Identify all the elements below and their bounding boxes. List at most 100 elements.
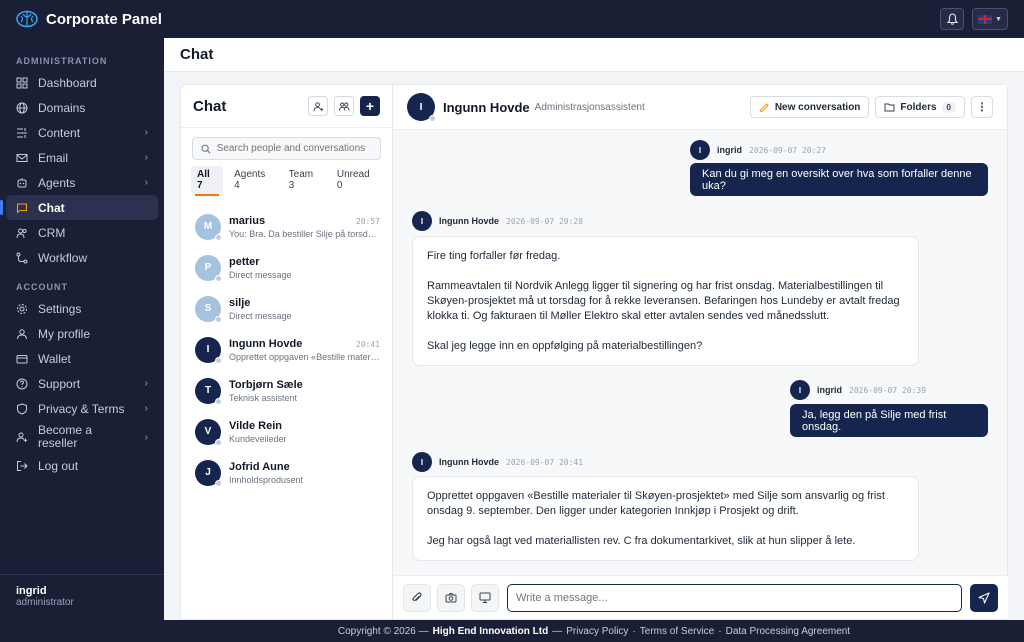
- sidebar-item-wallet[interactable]: Wallet: [6, 346, 158, 371]
- conversation-item[interactable]: J Jofrid Aune Innholdsprodusent: [181, 452, 392, 493]
- message-author: Ingunn Hovde: [439, 457, 499, 467]
- brain-logo-icon: [16, 10, 38, 28]
- section-label-account: ACCOUNT: [16, 282, 68, 292]
- add-group-button[interactable]: [334, 96, 354, 116]
- message-composer: [393, 575, 1008, 619]
- more-options-button[interactable]: ⋮: [971, 96, 993, 118]
- conversation-item[interactable]: V Vilde Rein Kundeveileder: [181, 411, 392, 452]
- footer-link-privacy[interactable]: Privacy Policy: [566, 626, 628, 637]
- avatar: S: [195, 295, 222, 323]
- avatar: V: [195, 418, 222, 446]
- conversation-item[interactable]: P petter Direct message: [181, 247, 392, 288]
- message-bubble-incoming: Fire ting forfaller før fredag. Rammeavt…: [412, 236, 919, 366]
- message-author: ingrid: [717, 145, 742, 155]
- sidebar-item-domains[interactable]: Domains: [6, 95, 158, 120]
- sidebar-item-crm[interactable]: CRM: [6, 220, 158, 245]
- status-dot: [215, 315, 222, 323]
- sidebar-item-dashboard[interactable]: Dashboard: [6, 70, 158, 95]
- sidebar-item-become-reseller[interactable]: Become a reseller ›: [6, 421, 158, 453]
- search-box[interactable]: [192, 137, 381, 160]
- sidebar-item-label: Support: [38, 376, 81, 391]
- new-chat-button[interactable]: +: [360, 96, 380, 116]
- sidebar: ADMINISTRATION Dashboard Domains Content…: [0, 38, 164, 620]
- filter-unread[interactable]: Unread 0: [331, 166, 382, 194]
- add-person-button[interactable]: [308, 96, 328, 116]
- conversation-name: marius: [229, 214, 266, 227]
- new-conversation-button[interactable]: New conversation: [749, 96, 870, 118]
- chevron-down-icon: ▼: [995, 15, 1002, 23]
- brand[interactable]: Corporate Panel: [16, 10, 162, 28]
- language-selector[interactable]: ▼: [972, 8, 1008, 30]
- users-icon: [16, 227, 28, 239]
- folders-button[interactable]: Folders 0: [875, 96, 965, 118]
- avatar: I: [195, 336, 222, 364]
- avatar: I: [690, 140, 710, 160]
- user-icon: [16, 328, 28, 340]
- user-name: ingrid: [16, 585, 47, 597]
- search-input[interactable]: [216, 143, 372, 154]
- sidebar-item-chat[interactable]: Chat: [0, 195, 158, 220]
- globe-icon: [16, 102, 28, 114]
- avatar: T: [195, 377, 222, 405]
- conversation-item[interactable]: S silje Direct message: [181, 288, 392, 329]
- sidebar-item-label: CRM: [38, 225, 66, 240]
- current-user[interactable]: ingrid administrator: [0, 574, 164, 620]
- sidebar-item-log-out[interactable]: Log out: [6, 453, 158, 478]
- conversations-title: Chat: [193, 97, 227, 115]
- chevron-right-icon: ›: [144, 127, 148, 138]
- chat-icon: [16, 202, 28, 214]
- contact-name: Ingunn Hovde: [443, 99, 530, 115]
- send-button[interactable]: [970, 583, 998, 612]
- sidebar-item-settings[interactable]: Settings: [6, 296, 158, 321]
- shield-icon: [16, 402, 28, 415]
- chat-header: I Ingunn Hovde Administrasjonsassistent …: [393, 85, 1007, 130]
- sidebar-item-email[interactable]: Email ›: [6, 145, 158, 170]
- filter-label: Team: [288, 169, 314, 180]
- camera-button[interactable]: [437, 583, 465, 612]
- footer-copyright: Copyright © 2026 —: [337, 625, 429, 637]
- conversation-item-active[interactable]: I Ingunn Hovde 20:41 Opprettet oppgaven «B…: [181, 329, 392, 370]
- filter-label: All: [197, 169, 210, 180]
- filter-all[interactable]: All 7: [191, 166, 224, 196]
- sidebar-item-my-profile[interactable]: My profile: [6, 321, 158, 346]
- status-dot: [215, 397, 222, 405]
- footer-separator: —: [552, 625, 563, 637]
- sidebar-item-support[interactable]: Support ›: [6, 371, 158, 396]
- more-vertical-icon: ⋮: [976, 100, 988, 114]
- conversation-item[interactable]: M marius 20:57 You: Bra. Da bestiller Silj…: [181, 206, 392, 247]
- message-meta: I ingrid 2026-09-07 20:27: [690, 140, 826, 160]
- filter-agents[interactable]: Agents 4: [228, 166, 278, 194]
- screen-share-button[interactable]: [471, 583, 499, 612]
- message-time: 2026-09-07 20:41: [506, 457, 584, 467]
- filter-tabs: All 7 Agents 4 Team 3 Unread 0: [191, 166, 382, 196]
- folders-count-badge: 0: [941, 101, 956, 113]
- avatar-initial: I: [419, 101, 423, 113]
- notifications-button[interactable]: [940, 8, 964, 30]
- status-dot: [215, 356, 222, 364]
- monitor-icon: [479, 592, 491, 603]
- attach-file-button[interactable]: [403, 583, 431, 612]
- status-dot: [215, 233, 222, 241]
- avatar: I: [790, 380, 810, 400]
- conversation-item[interactable]: T Torbjørn Sæle Teknisk assistent: [181, 370, 392, 411]
- help-icon: [16, 378, 28, 390]
- sidebar-item-content[interactable]: Content ›: [6, 120, 158, 145]
- conversation-time: 20:57: [355, 216, 380, 226]
- conversation-preview: Direct message: [229, 310, 292, 321]
- sidebar-item-agents[interactable]: Agents ›: [6, 170, 158, 195]
- sidebar-item-label: Dashboard: [38, 75, 97, 90]
- conversation-preview: Teknisk assistent: [229, 392, 298, 403]
- sidebar-item-workflow[interactable]: Workflow: [6, 245, 158, 270]
- footer-link-terms[interactable]: Terms of Service: [640, 626, 714, 637]
- contact-avatar: I: [407, 93, 436, 122]
- message-input[interactable]: [507, 583, 962, 612]
- conversation-list: M marius 20:57 You: Bra. Da bestiller Silj…: [181, 206, 392, 493]
- conversation-name: Torbjørn Sæle: [229, 378, 303, 391]
- filter-team[interactable]: Team 3: [283, 166, 326, 194]
- footer-link-dpa[interactable]: Data Processing Agreement: [726, 626, 851, 637]
- sidebar-item-label: Log out: [38, 458, 79, 473]
- sidebar-item-privacy-terms[interactable]: Privacy & Terms ›: [6, 396, 158, 421]
- message-time: 2026-09-07 20:39: [849, 385, 927, 395]
- top-bar: Corporate Panel ▼: [0, 0, 1024, 38]
- conversation-preview: Kundeveileder: [229, 433, 287, 444]
